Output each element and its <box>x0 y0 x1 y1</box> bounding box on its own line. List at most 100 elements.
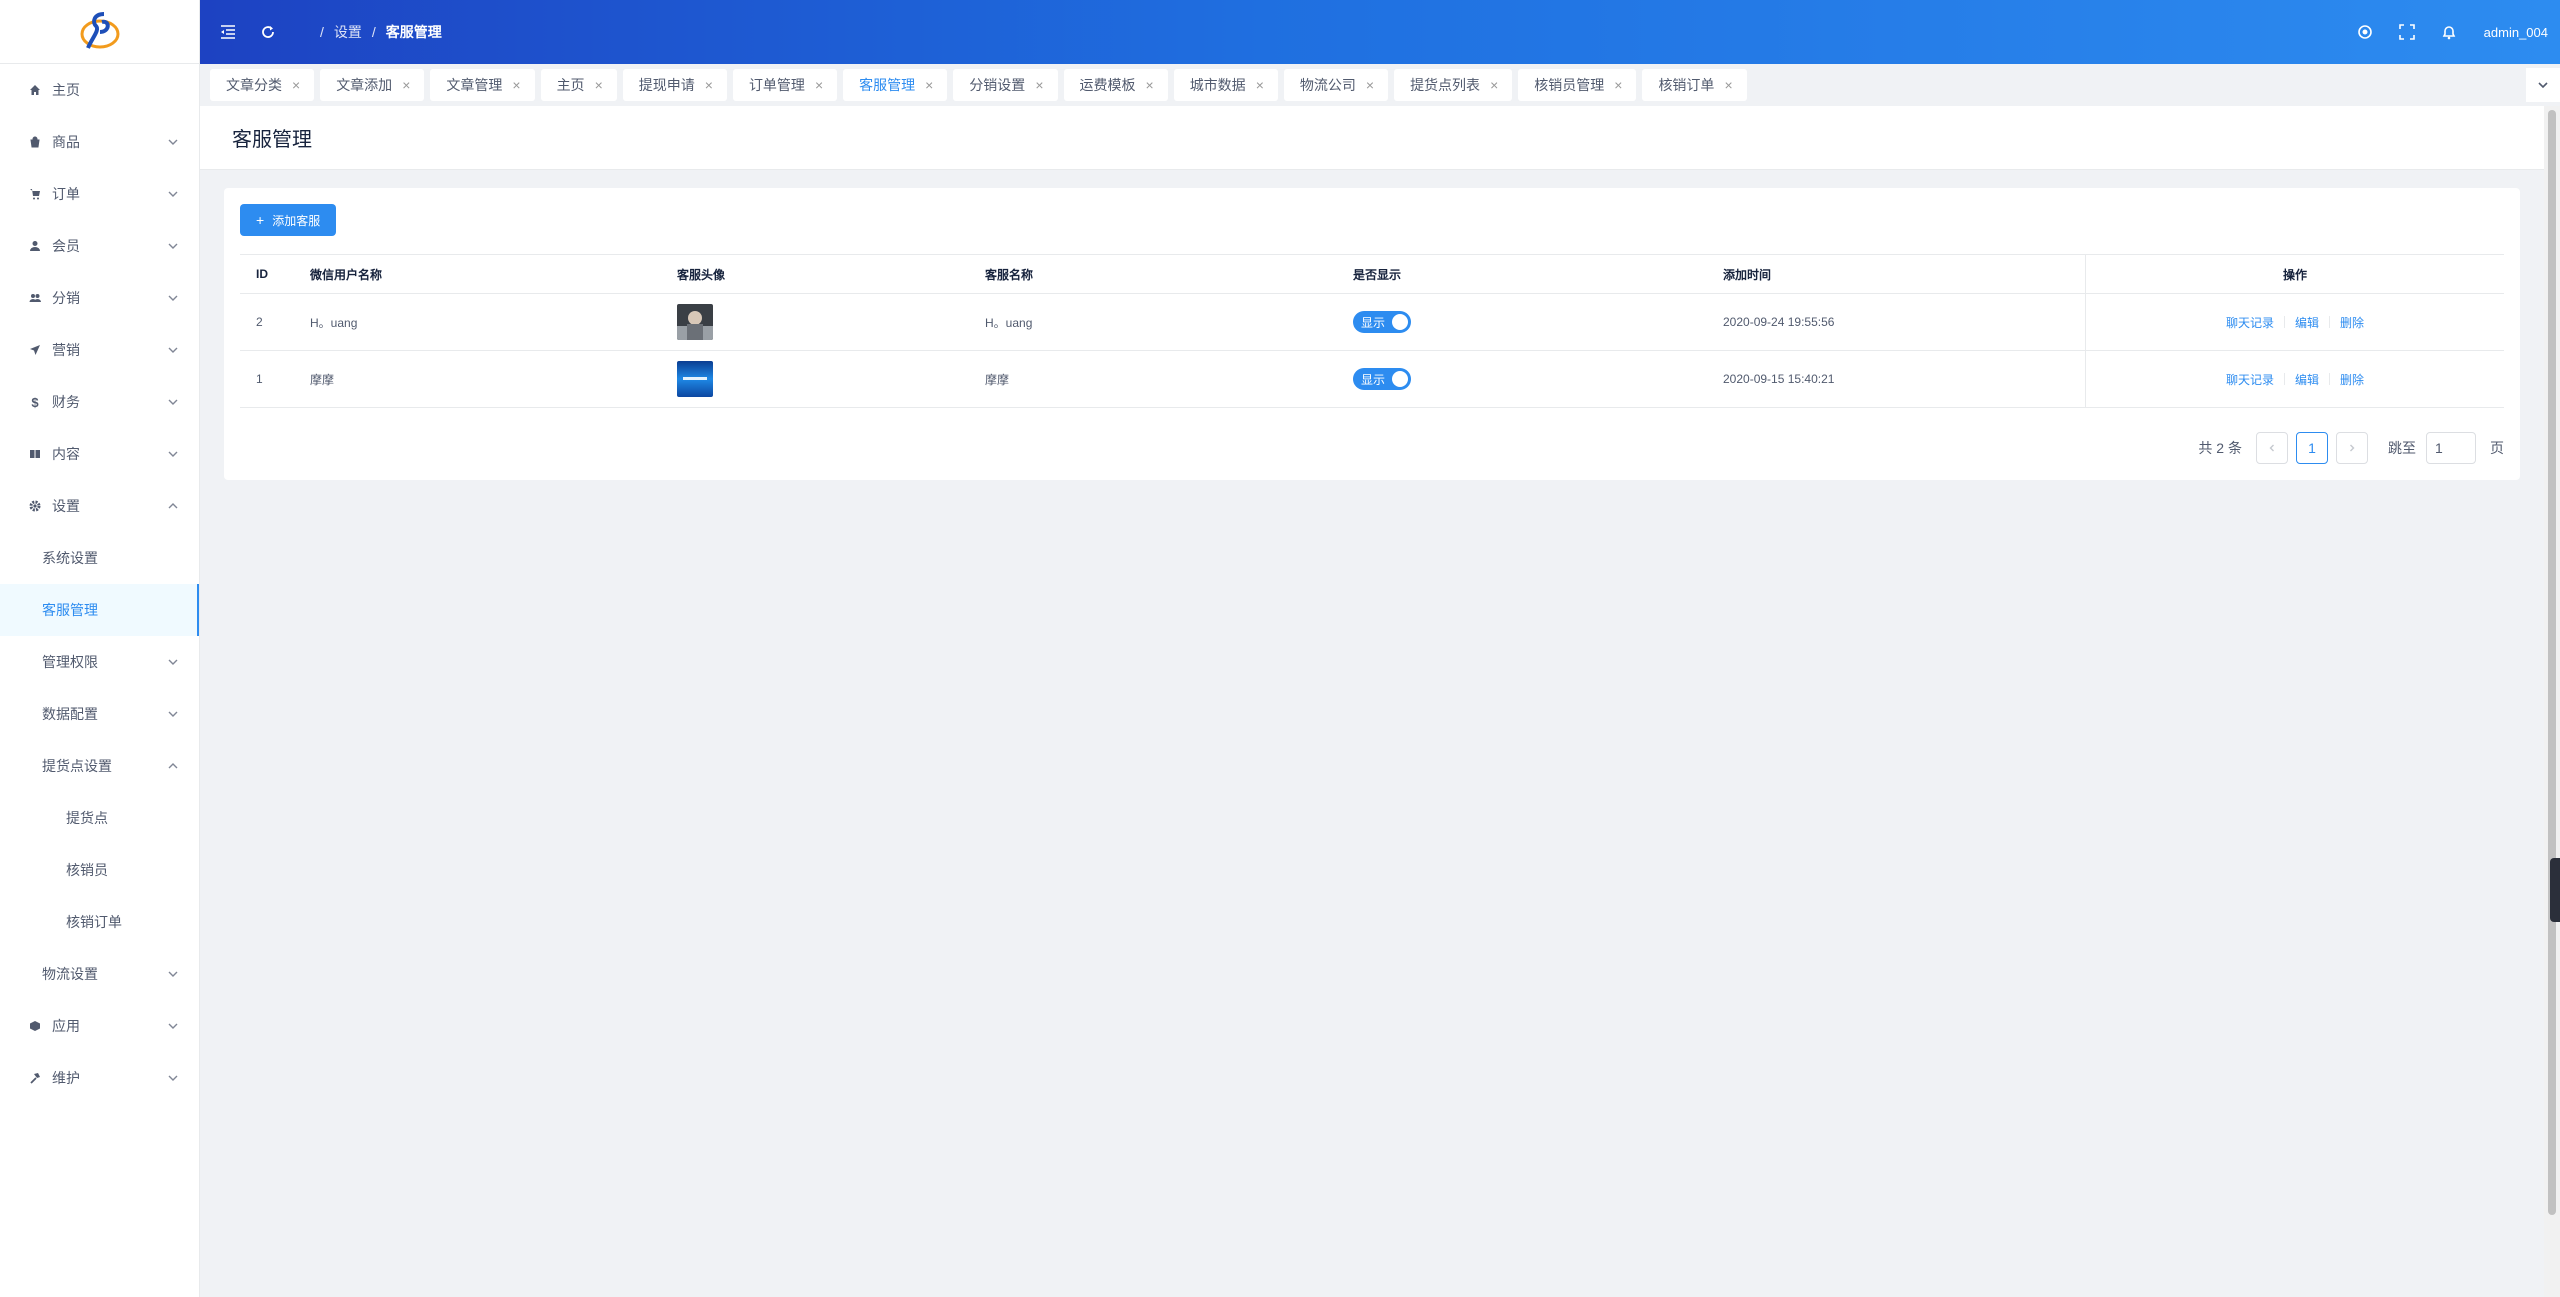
close-icon[interactable]: × <box>512 77 520 93</box>
tab-verify-orders[interactable]: 核销订单 × <box>1642 69 1747 101</box>
add-customer-service-button[interactable]: + 添加客服 <box>240 204 337 236</box>
bell-icon[interactable] <box>2428 24 2470 40</box>
display-toggle[interactable]: 显示 <box>1353 368 1411 390</box>
tab-verifier-manage[interactable]: 核销员管理 × <box>1518 69 1637 101</box>
target-icon[interactable] <box>2344 24 2386 40</box>
sidebar-subitem-data-config[interactable]: 数据配置 <box>0 688 199 740</box>
sidebar-item-label: 订单 <box>52 186 80 202</box>
sidebar-item-label: 财务 <box>52 394 80 410</box>
tab-city-data[interactable]: 城市数据 × <box>1173 69 1278 101</box>
avatar <box>677 304 713 340</box>
next-page-button[interactable] <box>2336 432 2368 464</box>
close-icon[interactable]: × <box>1256 77 1264 93</box>
tab-order-manage[interactable]: 订单管理 × <box>732 69 838 101</box>
close-icon[interactable]: × <box>815 77 823 93</box>
sidebar-item-finance[interactable]: $ 财务 <box>0 376 199 428</box>
chevron-down-icon <box>168 451 178 457</box>
tab-label: 物流公司 <box>1299 77 1356 93</box>
breadcrumb-item[interactable]: 设置 <box>334 22 362 42</box>
side-widget-handle[interactable] <box>2550 858 2560 922</box>
tab-shipping-template[interactable]: 运费模板 × <box>1063 69 1168 101</box>
sidebar-subitem-pickup-point[interactable]: 提货点 <box>0 792 199 844</box>
tab-pickup-list[interactable]: 提货点列表 × <box>1394 69 1513 101</box>
top-header: / 设置 / 客服管理 admin_004 <box>200 0 2560 64</box>
page-scrollbar[interactable] <box>2544 106 2560 1297</box>
chevron-down-icon <box>168 971 178 977</box>
cell-name: H。uang <box>985 315 1033 330</box>
sidebar-subitem-logistics[interactable]: 物流设置 <box>0 948 199 1000</box>
tab-home[interactable]: 主页 × <box>540 69 617 101</box>
sidebar-item-content[interactable]: 内容 <box>0 428 199 480</box>
edit-link[interactable]: 编辑 <box>2295 314 2319 331</box>
page-title: 客服管理 <box>232 129 312 151</box>
sidebar-item-apps[interactable]: 应用 <box>0 1000 199 1052</box>
sidebar-item-home[interactable]: 主页 <box>0 64 199 116</box>
sidebar-item-orders[interactable]: 订单 <box>0 168 199 220</box>
close-icon[interactable]: × <box>1724 77 1732 93</box>
sidebar-item-label: 管理权限 <box>42 654 98 670</box>
close-icon[interactable]: × <box>1490 77 1498 93</box>
tab-article-category[interactable]: 文章分类 × <box>210 69 315 101</box>
close-icon[interactable]: × <box>1366 77 1374 93</box>
tab-logistics-company[interactable]: 物流公司 × <box>1283 69 1389 101</box>
tab-customer-service[interactable]: 客服管理 × <box>843 69 948 101</box>
close-icon[interactable]: × <box>1614 77 1622 93</box>
close-icon[interactable]: × <box>1035 77 1043 93</box>
column-header-name: 客服名称 <box>985 267 1034 282</box>
page-1-button[interactable]: 1 <box>2296 432 2328 464</box>
sidebar-subitem-verify-orders[interactable]: 核销订单 <box>0 896 199 948</box>
column-header-avatar: 客服头像 <box>677 267 726 282</box>
delete-link[interactable]: 删除 <box>2340 371 2364 388</box>
sidebar-subitem-permissions[interactable]: 管理权限 <box>0 636 199 688</box>
display-toggle[interactable]: 显示 <box>1353 311 1411 333</box>
sidebar-item-marketing[interactable]: 营销 <box>0 324 199 376</box>
sidebar-subitem-pickup-settings[interactable]: 提货点设置 <box>0 740 199 792</box>
chevron-down-icon <box>168 243 178 249</box>
close-icon[interactable]: × <box>402 77 410 93</box>
close-icon[interactable]: × <box>1146 77 1154 93</box>
tab-article-add[interactable]: 文章添加 × <box>320 69 425 101</box>
prev-page-button[interactable] <box>2256 432 2288 464</box>
close-icon[interactable]: × <box>595 77 603 93</box>
tab-withdraw[interactable]: 提现申请 × <box>622 69 727 101</box>
customer-service-table: ID 微信用户名称 客服头像 客服名称 是否显示 添加时间 操作 2 H。uan… <box>240 254 2504 408</box>
tab-label: 文章管理 <box>446 77 503 93</box>
sidebar-item-maintenance[interactable]: 维护 <box>0 1052 199 1104</box>
delete-link[interactable]: 删除 <box>2340 314 2364 331</box>
edit-link[interactable]: 编辑 <box>2295 371 2319 388</box>
cell-show: 显示 <box>1353 311 1723 333</box>
close-icon[interactable]: × <box>292 77 300 93</box>
username[interactable]: admin_004 <box>2484 25 2548 40</box>
column-header-ops: 操作 <box>2085 255 2504 293</box>
sidebar-item-settings[interactable]: 设置 <box>0 480 199 532</box>
menu-toggle-icon[interactable] <box>208 0 248 64</box>
sidebar-item-label: 系统设置 <box>42 550 98 566</box>
cell-id: 2 <box>256 315 263 329</box>
chevron-down-icon <box>168 1075 178 1081</box>
sidebar-item-distribution[interactable]: 分销 <box>0 272 199 324</box>
sidebar-subitem-customer-service[interactable]: 客服管理 <box>0 584 199 636</box>
close-icon[interactable]: × <box>925 77 933 93</box>
tabs-more-dropdown[interactable] <box>2526 68 2560 102</box>
sidebar-item-label: 内容 <box>52 446 80 462</box>
chevron-up-icon <box>168 763 178 769</box>
tab-article-manage[interactable]: 文章管理 × <box>430 69 535 101</box>
scrollbar-thumb[interactable] <box>2548 110 2556 1215</box>
logo[interactable] <box>0 0 199 64</box>
close-icon[interactable]: × <box>705 77 713 93</box>
sidebar-item-label: 维护 <box>52 1070 80 1086</box>
refresh-icon[interactable] <box>248 0 288 64</box>
chevron-down-icon <box>168 347 178 353</box>
sidebar-subitem-verifier[interactable]: 核销员 <box>0 844 199 896</box>
display-toggle-label: 显示 <box>1361 372 1386 387</box>
sidebar-item-members[interactable]: 会员 <box>0 220 199 272</box>
jump-page-input[interactable] <box>2426 432 2476 464</box>
tab-distribution-settings[interactable]: 分销设置 × <box>953 69 1058 101</box>
chat-history-link[interactable]: 聊天记录 <box>2226 314 2274 331</box>
fullscreen-icon[interactable] <box>2386 24 2428 40</box>
breadcrumb: / 设置 / 客服管理 <box>310 22 442 42</box>
sidebar-item-goods[interactable]: 商品 <box>0 116 199 168</box>
chat-history-link[interactable]: 聊天记录 <box>2226 371 2274 388</box>
sidebar-subitem-system-settings[interactable]: 系统设置 <box>0 532 199 584</box>
divider <box>2329 316 2330 328</box>
